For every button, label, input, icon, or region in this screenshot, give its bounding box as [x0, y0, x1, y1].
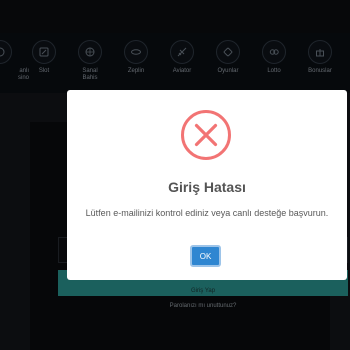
dialog-title: Giriş Hatası	[168, 179, 246, 195]
error-x-icon	[181, 110, 231, 160]
dialog-message: Lütfen e-mailinizi kontrol ediniz veya c…	[85, 208, 329, 218]
error-dialog: Giriş Hatası Lütfen e-mailinizi kontrol …	[67, 90, 347, 280]
ok-button[interactable]: OK	[190, 245, 221, 267]
